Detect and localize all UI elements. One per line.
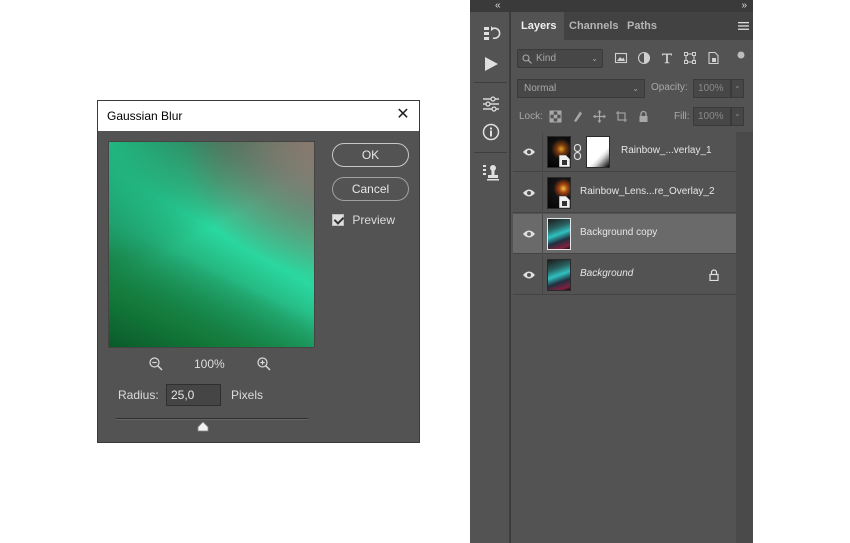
chevron-down-icon: ⌄ xyxy=(734,81,741,90)
visibility-divider xyxy=(542,214,543,254)
chevron-down-icon: ⌄ xyxy=(591,54,598,63)
layer-name: Rainbow_Lens...re_Overlay_2 xyxy=(580,186,715,197)
photoshop-panels: « » Layers Channels Paths Kind ⌄ Normal … xyxy=(470,0,753,543)
eye-icon[interactable] xyxy=(522,228,536,240)
panel-icon-strip xyxy=(470,12,511,543)
chevron-down-icon: ⌄ xyxy=(632,84,639,93)
fill-dropdown[interactable]: ⌄ xyxy=(731,107,744,126)
slider-thumb-icon[interactable] xyxy=(197,422,209,432)
tab-paths[interactable]: Paths xyxy=(619,12,665,40)
layer-row[interactable]: Background xyxy=(513,255,736,295)
preview-checkbox[interactable]: Preview xyxy=(332,212,395,228)
fill-input[interactable]: 100% xyxy=(693,107,731,126)
blend-row: Normal ⌄ Opacity: 100% ⌄ xyxy=(513,78,753,100)
lock-icon xyxy=(709,269,719,281)
lock-image-pixels-icon[interactable] xyxy=(571,110,584,123)
layers-scrollbar[interactable] xyxy=(736,132,753,543)
layer-name: Rainbow_...verlay_1 xyxy=(621,145,712,156)
opacity-label: Opacity: xyxy=(651,82,688,93)
type-filter-icon[interactable] xyxy=(660,51,674,65)
zoom-controls: 100% xyxy=(108,355,315,373)
layer-thumbnail xyxy=(547,177,571,209)
radius-input[interactable] xyxy=(166,384,221,406)
checkbox-checked-icon[interactable] xyxy=(332,213,344,226)
blend-mode-select[interactable]: Normal ⌄ xyxy=(517,79,645,98)
eye-icon[interactable] xyxy=(522,146,536,158)
lock-row: Lock: Fill: 100% ⌄ xyxy=(513,106,753,128)
actions-play-icon[interactable] xyxy=(481,54,501,74)
layer-thumbnail xyxy=(547,218,571,250)
smart-object-icon xyxy=(559,155,570,167)
preview-shade xyxy=(109,142,314,347)
zoom-in-icon[interactable] xyxy=(256,356,272,372)
visibility-divider xyxy=(542,255,543,295)
panel-tabs: Layers Channels Paths xyxy=(513,12,753,40)
layer-row[interactable]: Rainbow_...verlay_1 xyxy=(513,132,736,172)
adjustment-filter-icon[interactable] xyxy=(637,51,651,65)
fill-label: Fill: xyxy=(674,111,690,122)
layer-thumbnail xyxy=(547,259,571,291)
layer-name: Background copy xyxy=(580,227,658,238)
tab-channels[interactable]: Channels xyxy=(561,12,627,40)
gaussian-blur-dialog: Gaussian Blur ✕ OK Cancel Preview 100% R… xyxy=(97,100,420,443)
layers-panel: Layers Channels Paths Kind ⌄ Normal ⌄ Op… xyxy=(513,12,753,543)
blur-preview-image[interactable] xyxy=(108,141,315,348)
collapse-right-icon[interactable]: » xyxy=(741,0,747,11)
cancel-button[interactable]: Cancel xyxy=(332,177,409,201)
link-chain-icon[interactable] xyxy=(573,144,582,160)
panel-collapse-bar: « » xyxy=(470,0,753,12)
lock-all-icon[interactable] xyxy=(637,110,650,123)
search-icon xyxy=(522,54,532,64)
layer-name: Background xyxy=(580,268,634,279)
info-icon[interactable] xyxy=(481,122,501,142)
eye-icon[interactable] xyxy=(522,187,536,199)
tab-layers[interactable]: Layers xyxy=(513,12,565,40)
eye-icon[interactable] xyxy=(522,269,536,281)
opacity-input[interactable]: 100% xyxy=(693,79,731,98)
strip-divider xyxy=(474,82,507,83)
close-icon[interactable]: ✕ xyxy=(395,107,411,124)
opacity-dropdown[interactable]: ⌄ xyxy=(731,79,744,98)
strip-divider xyxy=(474,152,507,153)
ok-button[interactable]: OK xyxy=(332,143,409,167)
layer-row[interactable]: Background copy xyxy=(513,214,736,254)
layer-filter-row: Kind ⌄ xyxy=(513,40,753,78)
clone-source-icon[interactable] xyxy=(481,162,501,182)
layer-row[interactable]: Rainbow_Lens...re_Overlay_2 xyxy=(513,173,736,213)
radius-unit-label: Pixels xyxy=(231,388,264,402)
radius-label: Radius: xyxy=(118,388,159,402)
filter-kind-select[interactable]: Kind ⌄ xyxy=(517,49,603,68)
lock-transparent-pixels-icon[interactable] xyxy=(549,110,562,123)
history-icon[interactable] xyxy=(481,24,501,44)
visibility-divider xyxy=(542,132,543,172)
layer-thumbnail xyxy=(547,136,571,168)
lock-position-icon[interactable] xyxy=(593,110,606,123)
lock-artboard-icon[interactable] xyxy=(615,110,628,123)
visibility-divider xyxy=(542,173,543,213)
radius-slider-track[interactable] xyxy=(116,418,308,420)
preview-label: Preview xyxy=(352,212,396,227)
smart-object-icon xyxy=(559,196,570,208)
shape-filter-icon[interactable] xyxy=(683,51,697,65)
zoom-level: 100% xyxy=(194,357,225,371)
panel-menu-icon[interactable] xyxy=(738,21,749,31)
filter-toggle-icon[interactable] xyxy=(737,51,745,59)
lock-label: Lock: xyxy=(519,111,543,122)
dialog-titlebar: Gaussian Blur ✕ xyxy=(98,101,419,131)
zoom-out-icon[interactable] xyxy=(148,356,164,372)
pixel-filter-icon[interactable] xyxy=(614,51,628,65)
adjustments-icon[interactable] xyxy=(481,94,501,114)
chevron-down-icon: ⌄ xyxy=(734,109,741,118)
blend-mode-label: Normal xyxy=(524,83,557,94)
smart-object-filter-icon[interactable] xyxy=(706,51,720,65)
filter-kind-label: Kind xyxy=(536,53,557,64)
layer-mask-thumbnail[interactable] xyxy=(586,136,610,168)
layers-list: Rainbow_...verlay_1 Rainbow_Lens...re_Ov… xyxy=(513,132,736,543)
collapse-left-icon[interactable]: « xyxy=(495,0,501,11)
dialog-title: Gaussian Blur xyxy=(107,109,183,123)
